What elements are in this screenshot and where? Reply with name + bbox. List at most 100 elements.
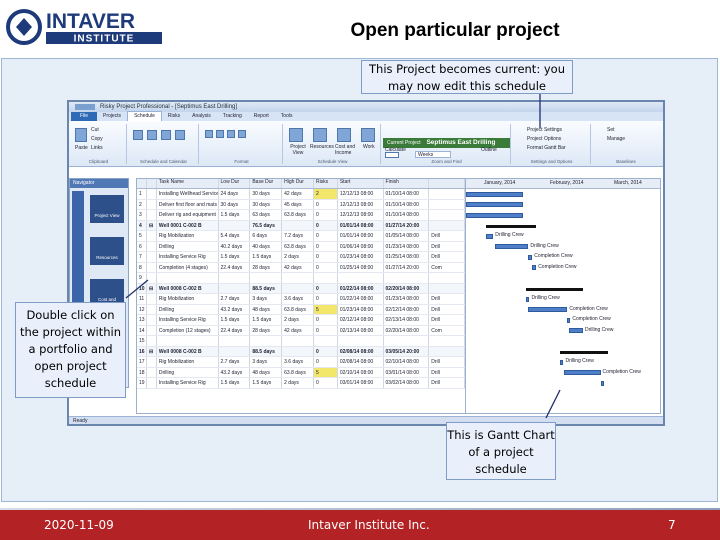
- gantt-task-bar[interactable]: [485, 233, 494, 239]
- grid-column-header[interactable]: Finish: [384, 179, 430, 188]
- tab-projects[interactable]: Projects: [97, 112, 127, 121]
- outline-button[interactable]: Outline: [481, 147, 497, 153]
- gantt-chart[interactable]: January, 2014 February, 2014 March, 2014…: [465, 178, 661, 414]
- nav-resources-button[interactable]: Resources: [90, 237, 124, 265]
- table-cell: [429, 189, 465, 199]
- manage-baseline-button[interactable]: Manage: [607, 136, 625, 142]
- grid-column-header[interactable]: Task Name: [157, 179, 219, 188]
- table-cell: 01/27/14 20:00: [384, 220, 430, 230]
- indent-icon[interactable]: [161, 130, 171, 140]
- gantt-task-bar[interactable]: [528, 307, 568, 312]
- table-row[interactable]: 9: [137, 273, 465, 284]
- outdent-icon[interactable]: [175, 130, 185, 140]
- copy-button[interactable]: Copy: [91, 136, 103, 142]
- gantt-task-bar[interactable]: [495, 244, 529, 249]
- grid-column-header[interactable]: Base Dur: [250, 179, 283, 188]
- table-row[interactable]: 17 Rig Mobilization 2.7 days 3 days 3.6 days…: [137, 357, 465, 368]
- tab-tools[interactable]: Tools: [275, 112, 299, 121]
- gantt-task-bar[interactable]: [528, 254, 533, 260]
- table-row[interactable]: 19 Installing Service Rig 1.5 days 1.5 days…: [137, 378, 465, 389]
- table-row[interactable]: 13 Installing Service Rig 1.5 days 1.5 days…: [137, 315, 465, 326]
- grid-column-header[interactable]: [429, 179, 465, 188]
- table-cell: 03/05/14 20:00: [384, 346, 430, 356]
- grid-column-header[interactable]: Low Dur: [219, 179, 251, 188]
- table-row[interactable]: 6 Drilling 40.2 days 40 days 63.8 days 0 01/06…: [137, 241, 465, 252]
- grid-column-header[interactable]: Risks: [314, 179, 338, 188]
- cut-button[interactable]: Cut: [91, 127, 99, 133]
- table-cell: 0: [314, 210, 338, 220]
- gantt-task-bar[interactable]: [526, 296, 530, 302]
- grid-column-header[interactable]: [147, 179, 157, 188]
- gantt-task-bar[interactable]: [567, 317, 571, 323]
- gantt-task-bar[interactable]: [563, 370, 601, 375]
- quick-access-toolbar[interactable]: [75, 104, 95, 110]
- calculate-button[interactable]: Calculate: [385, 147, 406, 153]
- table-row[interactable]: 2 Deliver first floor and mats 30 days 30 d…: [137, 199, 465, 210]
- tab-tracking[interactable]: Tracking: [217, 112, 248, 121]
- format-gantt-button[interactable]: Format Gantt Bar: [527, 145, 566, 151]
- gantt-task-bar[interactable]: [466, 191, 523, 197]
- tab-file[interactable]: File: [71, 112, 97, 121]
- table-cell: Com: [429, 325, 465, 335]
- table-cell: 5: [313, 367, 338, 377]
- underline-icon[interactable]: [227, 130, 235, 138]
- gantt-task-bar[interactable]: [466, 212, 523, 218]
- grid-column-header[interactable]: Start: [338, 179, 384, 188]
- tab-analysis[interactable]: Analysis: [186, 112, 217, 121]
- grid-column-header[interactable]: High Dur: [282, 179, 314, 188]
- table-row[interactable]: 3 Deliver rig and equipment 1.5 days 63 day…: [137, 210, 465, 221]
- project-settings-button[interactable]: Project Settings: [527, 127, 562, 133]
- nav-project-view-button[interactable]: Project View: [90, 195, 124, 223]
- gantt-summary-bar[interactable]: [559, 350, 609, 354]
- table-row[interactable]: 7 Installing Service Rig 1.5 days 1.5 days 2…: [137, 252, 465, 263]
- table-cell: [147, 336, 157, 346]
- table-row[interactable]: 8 Completion (4 stages) 22.4 days 28 days 42…: [137, 262, 465, 273]
- resources-button[interactable]: Resources: [310, 144, 334, 150]
- paste-icon[interactable]: [75, 128, 87, 142]
- tab-schedule[interactable]: Schedule: [127, 111, 162, 121]
- table-row[interactable]: 16 ⊟ Well 0008 C-002 B 88.5 days 0 02/08/14 0…: [137, 346, 465, 357]
- table-cell: [338, 273, 384, 283]
- tab-risks[interactable]: Risks: [162, 112, 186, 121]
- table-row[interactable]: 11 Rig Mobilization 2.7 days 3 days 3.6 days…: [137, 294, 465, 305]
- align-icon[interactable]: [238, 130, 246, 138]
- table-row[interactable]: 1 Installing Wellhead Service 24 days 30 da…: [137, 189, 465, 200]
- table-cell: 63.8 days: [282, 304, 314, 314]
- zoom-weeks-select[interactable]: Weeks: [415, 151, 451, 158]
- gantt-task-bar[interactable]: [466, 202, 523, 207]
- project-options-button[interactable]: Project Options: [527, 136, 561, 142]
- table-row[interactable]: 15: [137, 336, 465, 347]
- table-row[interactable]: 4 ⊟ Well 0001 C-002 B 76.5 days 0 01/01/14 08…: [137, 220, 465, 231]
- project-view-button[interactable]: Project View: [287, 144, 309, 156]
- table-cell: [147, 378, 157, 388]
- project-view-icon[interactable]: [289, 128, 303, 142]
- work-button[interactable]: Work: [363, 144, 375, 150]
- cost-income-button[interactable]: Cost and Income: [335, 144, 359, 156]
- cost-income-icon[interactable]: [337, 128, 351, 142]
- links-button[interactable]: Links: [91, 145, 103, 151]
- resources-icon[interactable]: [313, 128, 327, 142]
- table-cell: 5.4 days: [219, 231, 251, 241]
- set-baseline-button[interactable]: Set: [607, 127, 615, 133]
- ribbon-group-label: Schedule and Calendar: [139, 159, 188, 164]
- gantt-task-bar[interactable]: [559, 359, 564, 365]
- table-row[interactable]: 10 ⊟ Well 0008 C-002 B 88.5 days 0 01/22/14 0…: [137, 283, 465, 294]
- table-row[interactable]: 12 Drilling 43.2 days 48 days 63.8 days 5 01/2…: [137, 304, 465, 315]
- bold-icon[interactable]: [205, 130, 213, 138]
- table-cell: 30 days: [250, 189, 283, 199]
- gantt-task-bar[interactable]: [569, 328, 583, 333]
- table-row[interactable]: 14 Completion (12 stages) 22.4 days 28 days…: [137, 325, 465, 336]
- table-row[interactable]: 18 Drilling 43.2 days 48 days 63.8 days 5 02/1…: [137, 367, 465, 378]
- table-row[interactable]: 5 Rig Mobilization 5.4 days 6 days 7.2 days 0…: [137, 231, 465, 242]
- gantt-task-bar[interactable]: [532, 265, 537, 270]
- paste-button[interactable]: Paste: [75, 145, 88, 151]
- gantt-task-bar[interactable]: [600, 380, 604, 386]
- calendar-icon[interactable]: [133, 130, 143, 140]
- italic-icon[interactable]: [216, 130, 224, 138]
- gantt-summary-bar[interactable]: [526, 287, 583, 291]
- link-icon[interactable]: [147, 130, 157, 140]
- tab-report[interactable]: Report: [248, 112, 275, 121]
- gantt-summary-bar[interactable]: [485, 224, 537, 228]
- grid-column-header[interactable]: [137, 179, 147, 188]
- work-icon[interactable]: [361, 128, 375, 142]
